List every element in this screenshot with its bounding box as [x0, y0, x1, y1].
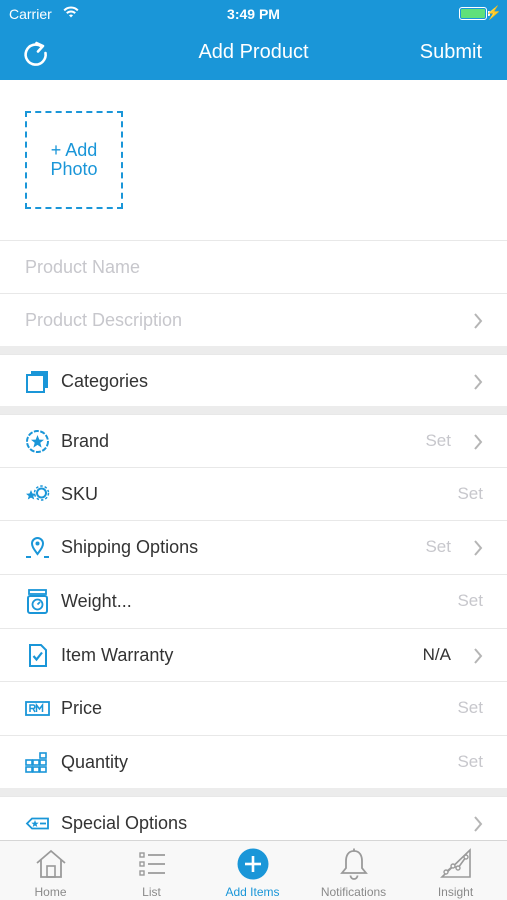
price-row[interactable]: Price Set [0, 681, 507, 734]
add-photo-line2: Photo [50, 159, 98, 179]
weight-label: Weight... [61, 590, 132, 611]
categories-row[interactable]: Categories [0, 354, 507, 407]
quantity-grid-icon [25, 752, 47, 773]
section-divider [0, 346, 507, 354]
weight-row[interactable]: Weight... Set [0, 574, 507, 627]
status-time: 3:49 PM [227, 6, 280, 22]
location-pin-icon [26, 537, 49, 558]
quantity-row[interactable]: Quantity Set [0, 735, 507, 788]
shipping-options-row[interactable]: Shipping Options Set [0, 520, 507, 573]
photo-section: + Add Photo [0, 80, 507, 240]
price-value: Set [457, 698, 483, 717]
weight-scale-icon [27, 589, 48, 614]
item-warranty-row[interactable]: Item Warranty N/A [0, 628, 507, 681]
chevron-right-icon [474, 648, 483, 664]
section-divider [0, 406, 507, 414]
product-name-field[interactable]: Product Name [0, 240, 507, 293]
tab-list[interactable]: List [101, 841, 202, 900]
charging-icon: ⚡ [485, 5, 502, 20]
tab-add-items-label: Add Items [225, 885, 280, 899]
shipping-options-value: Set [425, 537, 451, 556]
bell-icon [340, 848, 368, 880]
submit-button[interactable]: Submit [420, 41, 482, 64]
chevron-right-icon [474, 434, 483, 450]
chevron-right-icon [474, 816, 483, 832]
chevron-right-icon [474, 540, 483, 556]
product-description-field[interactable]: Product Description [0, 293, 507, 346]
price-rm-icon [25, 701, 50, 716]
tab-home-label: Home [34, 885, 67, 899]
quantity-value: Set [457, 752, 483, 771]
battery-icon [459, 7, 487, 20]
add-photo-button[interactable]: + Add Photo [25, 111, 123, 209]
quantity-label: Quantity [61, 751, 129, 772]
chevron-right-icon [474, 313, 483, 329]
product-description-placeholder: Product Description [25, 309, 183, 330]
brand-badge-icon [26, 430, 49, 453]
brand-value: Set [425, 431, 451, 450]
brand-label: Brand [61, 430, 110, 451]
add-photo-line1: + Add [50, 140, 98, 161]
item-warranty-value: N/A [422, 645, 451, 664]
categories-label: Categories [61, 370, 149, 391]
weight-value: Set [457, 591, 483, 610]
sku-icon [26, 485, 50, 501]
tab-add-items[interactable]: Add Items [202, 841, 303, 900]
tab-insight-label: Insight [437, 885, 474, 899]
shipping-options-label: Shipping Options [61, 536, 199, 557]
brand-row[interactable]: Brand Set [0, 414, 507, 467]
section-divider [0, 788, 507, 796]
price-label: Price [61, 697, 103, 718]
tab-notifications-label: Notifications [320, 885, 387, 899]
status-bar: Carrier 3:49 PM ⚡ [0, 0, 507, 28]
special-options-label: Special Options [61, 812, 188, 833]
warranty-doc-icon [29, 644, 47, 667]
tab-bar: Home List Add Items Notifications Insigh… [0, 840, 507, 900]
product-name-placeholder: Product Name [25, 256, 141, 277]
tab-list-label: List [142, 885, 161, 899]
list-icon [139, 852, 165, 876]
tab-notifications[interactable]: Notifications [303, 841, 404, 900]
tab-home[interactable]: Home [0, 841, 101, 900]
home-icon [36, 849, 66, 878]
sku-label: SKU [61, 483, 99, 504]
special-options-icon [25, 817, 49, 830]
sku-row[interactable]: SKU Set [0, 467, 507, 520]
insight-chart-icon [440, 848, 471, 878]
chevron-right-icon [474, 374, 483, 390]
tab-insight[interactable]: Insight [405, 841, 506, 900]
add-circle-icon [237, 848, 269, 880]
nav-bar: Add Product Submit [0, 28, 507, 80]
sku-value: Set [457, 484, 483, 503]
categories-icon [26, 371, 48, 393]
item-warranty-label: Item Warranty [61, 644, 174, 665]
